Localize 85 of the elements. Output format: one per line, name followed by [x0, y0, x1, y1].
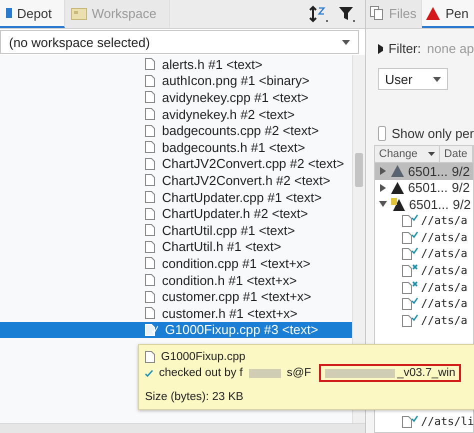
file-icon: [145, 224, 155, 236]
file-icon: [145, 191, 155, 204]
file-path-row[interactable]: //ats/a: [375, 262, 473, 279]
horizontal-scrollbar[interactable]: [0, 423, 365, 433]
check-icon: [152, 326, 158, 334]
triangle-file-icon: [391, 198, 405, 211]
change-number: 6501...: [408, 164, 448, 179]
workspace-dropdown[interactable]: (no workspace selected): [0, 30, 359, 54]
checkbox[interactable]: [378, 126, 386, 141]
file-row[interactable]: badgecounts.h #1 <text>: [0, 138, 352, 156]
triangle-icon: [391, 165, 404, 178]
file-row[interactable]: ChartUtil.cpp #1 <text>: [0, 222, 352, 239]
file-row[interactable]: ChartUpdater.cpp #1 <text>: [0, 188, 352, 206]
file-row[interactable]: customer.h #1 <text+x>: [0, 304, 352, 322]
file-row[interactable]: ChartUpdater.h #2 <text>: [0, 205, 352, 222]
user-dropdown[interactable]: User: [378, 68, 448, 90]
file-row[interactable]: ChartUtil.h #1 <text>: [0, 238, 352, 256]
file-icon: [145, 58, 155, 70]
file-row[interactable]: ChartJV2Convert.cpp #2 <text>: [0, 156, 352, 172]
column-header[interactable]: Change: [375, 146, 440, 162]
filter-icon[interactable]: [339, 5, 355, 23]
file-icon: [145, 257, 155, 270]
changelist-row[interactable]: 6501... 9/2: [375, 163, 473, 180]
change-date: 9/2: [452, 196, 471, 212]
change-date: 9/2: [452, 164, 470, 179]
triangle-icon: [426, 6, 440, 20]
file-row[interactable]: customer.cpp #1 <text+x>: [0, 288, 352, 305]
file-row[interactable]: badgecounts.cpp #2 <text>: [0, 122, 352, 139]
file-icon: [145, 124, 155, 137]
file-path-row[interactable]: //ats/a: [375, 278, 473, 296]
redaction-mark: [248, 368, 281, 378]
file-icon: [145, 324, 155, 336]
dropdown-caret-icon: [433, 76, 441, 82]
file-icon: [145, 307, 155, 320]
file-path-row[interactable]: //ats/a: [375, 312, 473, 329]
file-path-row[interactable]: //ats/a: [375, 295, 473, 312]
change-number: 6501...: [408, 180, 448, 196]
sort-arrow-icon: [428, 152, 436, 156]
file-icon: [145, 141, 155, 154]
file-row[interactable]: authIcon.png #1 <binary>: [0, 72, 352, 90]
file-size-text: Size (bytes): 23 KB: [145, 391, 244, 403]
file-row[interactable]: ChartJV2Convert.h #2 <text>: [0, 172, 352, 189]
tooltip-filename: G1000Fixup.cpp: [161, 351, 246, 363]
file-row[interactable]: condition.cpp #1 <text+x>: [0, 255, 352, 272]
file-row[interactable]: alerts.h #1 <text>: [0, 56, 352, 73]
file-path-row[interactable]: //ats/a: [375, 212, 473, 230]
dropdown-caret-icon: [342, 40, 350, 44]
file-row[interactable]: condition.h #1 <text+x>: [0, 272, 352, 288]
change-number: 6501...: [409, 196, 449, 212]
file-path-row[interactable]: //ats/a: [375, 229, 473, 246]
file-icon: [145, 208, 155, 220]
panel-tab[interactable]: Pen: [422, 0, 474, 28]
file-icon: [145, 351, 155, 363]
file-icon: [145, 108, 155, 120]
check-icon: [145, 370, 153, 376]
file-icon: [145, 274, 155, 286]
file-icon: [145, 290, 155, 303]
redaction-mark: [325, 368, 396, 378]
file-icon: [145, 174, 155, 186]
filter-label: Filter:: [388, 41, 421, 56]
file-path-row[interactable]: //ats/li: [375, 414, 473, 430]
changelist-row[interactable]: 6501... 9/2: [375, 196, 473, 212]
checkbox-label: Show only per: [392, 126, 474, 141]
triangle-icon: [391, 182, 404, 194]
sort-icon[interactable]: [309, 5, 329, 23]
checked-out-suffix: _v03.7_win: [397, 367, 456, 379]
file-row[interactable]: avidynekey.cpp #1 <text>: [0, 89, 352, 106]
change-date: 9/2: [452, 180, 470, 196]
filter-value: none ap: [427, 41, 474, 56]
file-icon: [145, 91, 155, 104]
checked-out-text: checked out by f: [159, 367, 243, 379]
file-icon: [145, 240, 155, 253]
files-icon: [370, 6, 384, 20]
expanded-arrow-icon[interactable]: [379, 200, 387, 208]
file-row[interactable]: G1000Fixup.cpp #3 <text>: [0, 322, 352, 338]
checked-out-host: s@F: [286, 367, 312, 379]
panel-tab[interactable]: Depot: [0, 0, 65, 28]
file-icon: [145, 158, 155, 170]
file-icon: [145, 74, 155, 87]
folder-icon: [70, 6, 87, 20]
collapsed-arrow-icon[interactable]: [378, 44, 382, 54]
file-row[interactable]: avidynekey.h #2 <text>: [0, 106, 352, 122]
column-header[interactable]: Date: [440, 146, 473, 162]
file-path-row[interactable]: //ats/a: [375, 246, 473, 262]
changelist-row[interactable]: 6501... 9/2: [375, 180, 473, 196]
